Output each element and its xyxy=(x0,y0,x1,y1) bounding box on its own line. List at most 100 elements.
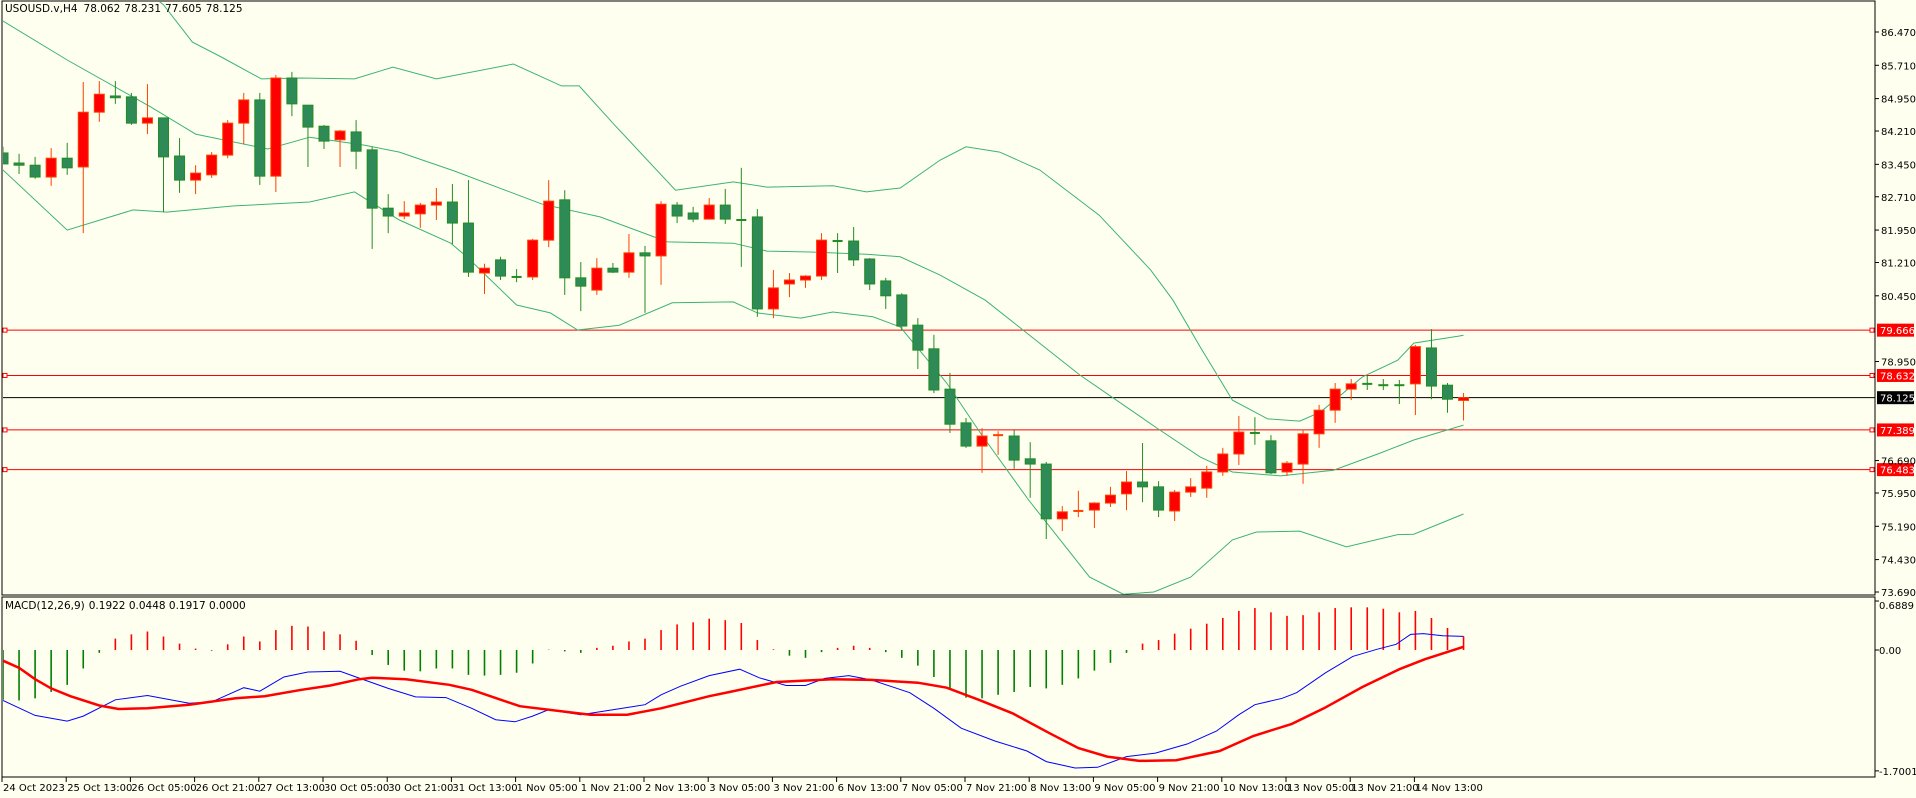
macd-values: 0.1922 0.0448 0.1917 0.0000 xyxy=(89,600,246,612)
bearish-candle-body xyxy=(302,104,314,128)
time-axis-label: 7 Nov 21:00 xyxy=(966,783,1027,794)
price-axis-label: 80.450 xyxy=(1881,292,1916,303)
time-axis-label: 3 Nov 21:00 xyxy=(773,783,834,794)
time-axis-label: 1 Nov 05:00 xyxy=(517,783,578,794)
time-axis-label: 25 Oct 13:00 xyxy=(67,783,132,794)
bullish-candle-body xyxy=(623,252,635,273)
bullish-candle-body xyxy=(45,157,57,178)
bearish-candle-body xyxy=(495,259,507,277)
bearish-candle-body xyxy=(286,77,298,105)
bearish-candle-body xyxy=(158,117,169,158)
bearish-candle-body xyxy=(848,240,860,261)
candle xyxy=(270,74,282,192)
level-anchor-right[interactable] xyxy=(1869,372,1875,378)
time-axis-label: 30 Oct 05:00 xyxy=(324,783,389,794)
time-axis-label: 9 Nov 05:00 xyxy=(1094,783,1155,794)
candle xyxy=(751,209,763,317)
level-anchor-left[interactable] xyxy=(2,467,8,473)
time-axis-label: 7 Nov 05:00 xyxy=(902,783,963,794)
price-axis-label: 84.950 xyxy=(1881,95,1916,106)
bearish-candle-body xyxy=(880,280,892,297)
bearish-candle-body xyxy=(1153,486,1165,511)
bullish-candle-body xyxy=(767,287,779,310)
bearish-candle-body xyxy=(671,204,683,217)
bullish-candle-body xyxy=(783,279,795,285)
price-axis-label: 78.950 xyxy=(1881,358,1916,369)
time-axis-label: 31 Oct 13:00 xyxy=(452,783,517,794)
bearish-candle-body xyxy=(896,294,908,327)
bearish-candle-body xyxy=(109,95,121,99)
time-axis-label: 13 Nov 05:00 xyxy=(1287,783,1354,794)
price-axis-label: 85.710 xyxy=(1881,61,1916,72)
bullish-candle-body xyxy=(1345,383,1357,390)
bearish-candle-body xyxy=(559,199,571,279)
candle xyxy=(125,92,137,125)
time-axis-label: 13 Nov 21:00 xyxy=(1351,783,1418,794)
time-axis-label: 8 Nov 13:00 xyxy=(1030,783,1091,794)
candle xyxy=(816,233,828,281)
price-axis-label: 83.450 xyxy=(1881,160,1916,171)
time-axis-label: 14 Nov 13:00 xyxy=(1415,783,1482,794)
bullish-candle-body xyxy=(1329,388,1341,411)
time-axis-label: 2 Nov 13:00 xyxy=(645,783,706,794)
price-axis-label: 82.710 xyxy=(1881,193,1916,204)
bearish-candle-body xyxy=(13,162,25,166)
ohlc-high: 78.231 xyxy=(124,3,161,15)
level-anchor-right[interactable] xyxy=(1869,427,1875,433)
bullish-candle-body xyxy=(976,435,988,447)
bullish-candle-body xyxy=(1056,511,1068,520)
level-anchor-left[interactable] xyxy=(2,427,8,433)
bearish-candle-body xyxy=(318,125,330,142)
bearish-candle-body xyxy=(575,277,587,287)
time-axis-label: 24 Oct 2023 xyxy=(3,783,65,794)
bullish-candle-body xyxy=(206,154,218,176)
candle xyxy=(495,256,507,281)
time-axis-label: 9 Nov 21:00 xyxy=(1159,783,1220,794)
bearish-candle-body xyxy=(607,267,619,273)
level-anchor-right[interactable] xyxy=(1869,327,1875,333)
bullish-candle-body xyxy=(93,93,105,113)
bullish-candle-body xyxy=(1169,491,1181,512)
price-axis-label: 76.690 xyxy=(1881,457,1916,468)
bullish-candle-body xyxy=(1201,471,1213,489)
price-axis-label: 86.470 xyxy=(1881,28,1916,39)
price-axis-label: 74.430 xyxy=(1881,556,1916,567)
time-axis-label: 30 Oct 21:00 xyxy=(388,783,453,794)
level-anchor-left[interactable] xyxy=(2,372,8,378)
bullish-candle-body xyxy=(270,77,282,177)
level-anchor-right[interactable] xyxy=(1869,467,1875,473)
time-axis-label: 27 Oct 13:00 xyxy=(260,783,325,794)
bearish-candle-body xyxy=(61,157,73,169)
bearish-candle-body xyxy=(751,216,763,310)
bullish-candle-body xyxy=(1458,397,1470,401)
bullish-candle-body xyxy=(141,117,153,124)
bearish-candle-body xyxy=(928,348,940,391)
price-tag-label: 78.125 xyxy=(1880,394,1915,405)
bullish-candle-body xyxy=(479,267,490,274)
bullish-candle-body xyxy=(190,172,202,181)
bearish-candle-body xyxy=(1425,347,1437,387)
bullish-candle-body xyxy=(527,239,539,278)
bearish-candle-body xyxy=(1265,440,1277,474)
bearish-candle-body xyxy=(125,96,137,124)
bullish-candle-body xyxy=(430,201,442,206)
bearish-candle-body xyxy=(29,164,41,178)
bullish-candle-body xyxy=(1217,453,1229,473)
time-axis-label: 6 Nov 13:00 xyxy=(838,783,899,794)
bearish-candle-body xyxy=(1442,384,1453,400)
macd-axis-label: 0.00 xyxy=(1879,646,1901,657)
candle xyxy=(960,418,972,448)
price-tag-label: 78.632 xyxy=(1880,371,1915,382)
bearish-candle-body xyxy=(254,99,266,177)
bullish-candle-body xyxy=(1409,346,1421,385)
level-anchor-left[interactable] xyxy=(2,327,8,333)
bullish-candle-body xyxy=(1313,409,1325,435)
price-tag-label: 77.389 xyxy=(1880,426,1915,437)
trading-chart[interactable]: 79.66678.63277.38976.48378.125 USOUSD.v,… xyxy=(0,0,1916,798)
bullish-candle-body xyxy=(398,212,410,217)
bullish-candle-body xyxy=(222,122,234,156)
bearish-candle-body xyxy=(446,201,458,224)
time-axis-label: 3 Nov 05:00 xyxy=(709,783,770,794)
ohlc-close: 78.125 xyxy=(206,3,243,15)
bullish-candle-body xyxy=(1088,502,1100,511)
